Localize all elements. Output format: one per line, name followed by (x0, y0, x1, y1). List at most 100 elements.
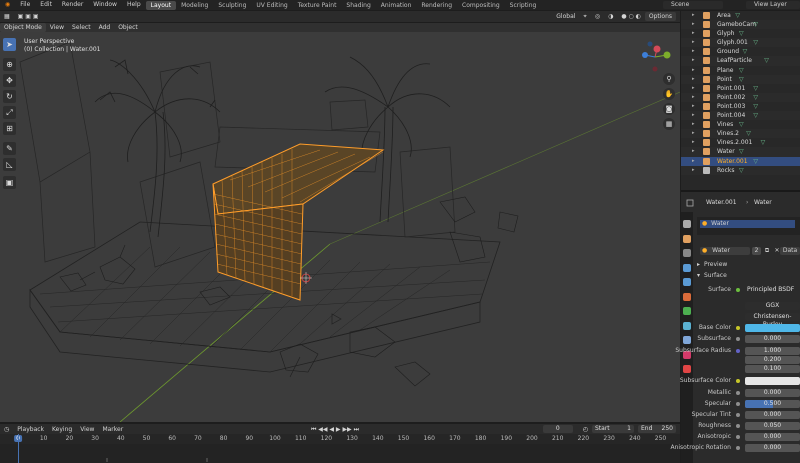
subsurface-radius-z[interactable]: 0.100 (745, 365, 800, 373)
chevron-right-icon[interactable]: ▸ (692, 129, 695, 138)
subsurface-radius-x[interactable]: 1.000 (745, 347, 800, 355)
material-datablock-field[interactable]: ● Water (700, 247, 750, 255)
transform-tool-icon[interactable]: ⊞ (3, 122, 16, 135)
chevron-right-icon[interactable]: ▸ (692, 75, 695, 84)
output-tab-icon[interactable] (683, 249, 691, 257)
roughness-field[interactable]: 0.050 (745, 422, 800, 430)
outliner-row[interactable]: ▸ Rocks ▽ (681, 165, 800, 175)
tab-rendering[interactable]: Rendering (416, 1, 457, 10)
end-frame-field[interactable]: End 250 (638, 425, 676, 433)
camera-view-icon[interactable]: ◙ (663, 103, 675, 115)
outliner[interactable]: ▸ Area ▽ ▸ GameboCam ▽ ▸ Glyph ▽ ▸ Glyph.001 ▽ ▸ Grou… (681, 11, 800, 190)
mesh-data-icon[interactable]: ▽ (735, 11, 740, 20)
orientation-dropdown[interactable]: Global (552, 12, 579, 21)
tab-texture-paint[interactable]: Texture Paint (293, 1, 342, 10)
mesh-data-icon[interactable]: ▽ (761, 138, 766, 147)
tab-uv-editing[interactable]: UV Editing (251, 1, 292, 10)
snap-icon[interactable]: ⌖ (579, 12, 590, 21)
anisotropic-field[interactable]: 0.000 (745, 433, 800, 441)
select-mode-icon[interactable]: ▣ ▣ ▣ (14, 12, 43, 21)
specular-tint-field[interactable]: 0.000 (745, 411, 800, 419)
mode-dropdown[interactable]: Object Mode (0, 23, 46, 32)
chevron-right-icon[interactable]: ▸ (692, 38, 695, 47)
mesh-data-icon[interactable]: ▽ (739, 166, 744, 175)
scene-tab-icon[interactable] (683, 278, 691, 286)
outliner-row[interactable]: ▸ Vines ▽ (681, 120, 800, 129)
menu-timeline-view[interactable]: View (76, 425, 98, 434)
3d-viewport[interactable] (0, 32, 680, 422)
outliner-row[interactable]: ▸ Point.002 ▽ (681, 92, 800, 102)
mesh-data-icon[interactable]: ▽ (753, 102, 758, 111)
material-tab-icon[interactable] (683, 365, 691, 373)
mesh-data-icon[interactable]: ▽ (739, 120, 744, 129)
tab-modeling[interactable]: Modeling (176, 1, 213, 10)
blender-logo-icon[interactable]: ◉ (0, 0, 15, 10)
perspective-toggle-icon[interactable]: ▦ (663, 118, 675, 130)
tab-sculpting[interactable]: Sculpting (213, 1, 251, 10)
tab-animation[interactable]: Animation (376, 1, 417, 10)
modifier-tab-icon[interactable] (683, 321, 691, 330)
proportional-edit-icon[interactable]: ◎ (591, 12, 604, 21)
physics-tab-icon[interactable] (683, 336, 691, 344)
metallic-field[interactable]: 0.000 (745, 389, 800, 397)
pan-hand-icon[interactable]: ✋ (663, 88, 675, 100)
scene-selector[interactable]: Scene (663, 1, 723, 9)
menu-view[interactable]: View (46, 23, 68, 32)
outliner-row[interactable]: ▸ Glyph ▽ (681, 29, 800, 38)
subsurface-method-dropdown[interactable]: Christensen-Burley (745, 313, 800, 328)
measure-tool-icon[interactable]: ◺ (3, 158, 16, 171)
mesh-data-icon[interactable]: ▽ (753, 20, 758, 29)
menu-file[interactable]: File (15, 0, 35, 10)
mesh-data-icon[interactable]: ▽ (746, 129, 751, 138)
outliner-row[interactable]: ▸ Point.004 ▽ (681, 111, 800, 121)
render-tab-icon[interactable] (683, 234, 691, 243)
outliner-row[interactable]: ▸ Vines.2 ▽ (681, 129, 800, 139)
menu-render[interactable]: Render (57, 0, 88, 10)
mesh-data-icon[interactable]: ▽ (739, 75, 744, 84)
link-data-dropdown[interactable]: Data (780, 247, 800, 255)
overlay-icon[interactable]: ◑ (604, 12, 617, 21)
subsurface-field[interactable]: 0.000 (745, 335, 800, 343)
mesh-data-icon[interactable]: ▽ (739, 147, 744, 156)
outliner-row[interactable]: ▸ Area ▽ (681, 11, 800, 20)
area-divider[interactable] (681, 190, 800, 192)
chevron-right-icon[interactable]: ▸ (692, 120, 695, 129)
shading-icon[interactable]: ● ○ ◐ (617, 12, 645, 21)
chevron-right-icon[interactable]: ▸ (692, 102, 695, 111)
start-frame-field[interactable]: Start 1 (592, 425, 634, 433)
annotate-tool-icon[interactable]: ✎ (3, 142, 16, 155)
anisotropic-rotation-field[interactable]: 0.000 (745, 444, 800, 452)
chevron-right-icon[interactable]: ▸ (692, 84, 695, 93)
zoom-icon[interactable]: ⚲ (663, 73, 675, 85)
mesh-data-icon[interactable]: ▽ (764, 56, 769, 65)
cursor-tool-icon[interactable]: ⊕ (3, 58, 16, 71)
menu-object[interactable]: Object (114, 23, 142, 32)
menu-help[interactable]: Help (122, 0, 146, 10)
view-layer-tab-icon[interactable] (683, 263, 691, 272)
scrollbar-handle[interactable] (106, 458, 108, 462)
material-slot-list[interactable]: ● Water (697, 217, 800, 235)
menu-playback[interactable]: Playback (13, 425, 48, 434)
menu-select[interactable]: Select (68, 23, 95, 32)
chevron-right-icon[interactable]: ▸ (692, 29, 695, 38)
duplicate-material-icon[interactable]: ⧉ (763, 247, 771, 255)
surface-shader-field[interactable]: Principled BSDF (745, 286, 800, 294)
move-tool-icon[interactable]: ✥ (3, 74, 16, 87)
distribution-dropdown[interactable]: GGX (745, 302, 800, 310)
base-color-swatch[interactable] (745, 324, 800, 332)
outliner-row[interactable]: ▸ Water ▽ (681, 147, 800, 157)
mesh-data-icon[interactable]: ▽ (739, 29, 744, 38)
menu-edit[interactable]: Edit (35, 0, 57, 10)
mesh-data-icon[interactable]: ▽ (753, 84, 758, 93)
object-tab-icon[interactable] (683, 307, 691, 315)
chevron-right-icon[interactable]: ▸ (692, 66, 695, 75)
chevron-right-icon[interactable]: ▸ (692, 166, 695, 175)
menu-add[interactable]: Add (95, 23, 115, 32)
outliner-row[interactable]: ▸ Ground ▽ (681, 47, 800, 56)
scrollbar-handle[interactable] (206, 458, 208, 462)
timeline-area[interactable] (0, 444, 680, 463)
menu-window[interactable]: Window (88, 0, 122, 10)
view-layer-selector[interactable]: View Layer (746, 1, 800, 9)
material-slot-row[interactable]: ● Water (700, 220, 795, 228)
outliner-row[interactable]: ▸ Point.003 ▽ (681, 102, 800, 111)
